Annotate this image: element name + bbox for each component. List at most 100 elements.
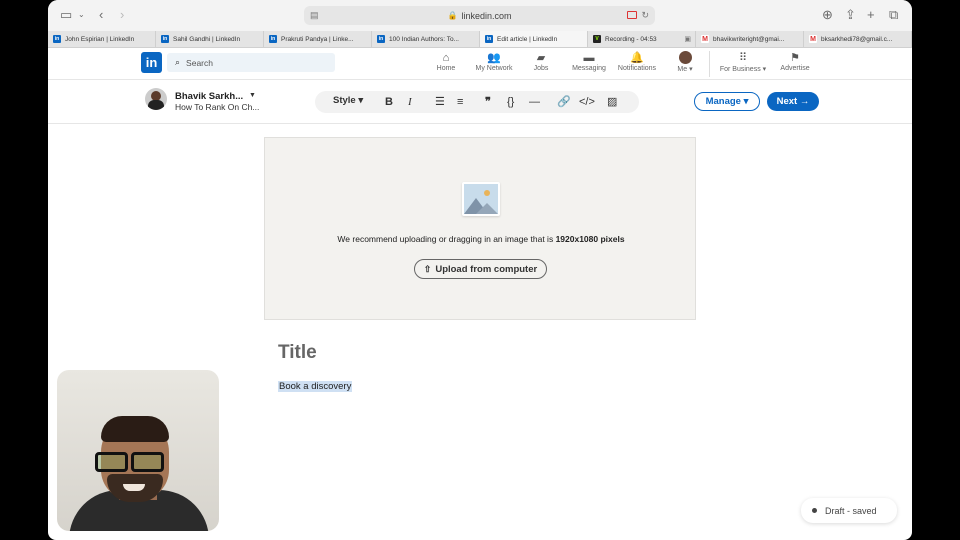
chevron-down-icon[interactable]: ⌄ [78,7,85,23]
new-tab-icon[interactable]: + [867,7,875,23]
link-icon[interactable]: 🔗 [557,94,571,110]
embed-icon[interactable]: </> [579,94,595,110]
article-title-input[interactable]: Title [278,342,317,364]
page-settings-icon[interactable]: ▤ [310,10,319,21]
status-dot-icon [812,508,817,513]
image-placeholder-icon [462,182,500,216]
bullet-list-icon[interactable]: ☰ [435,94,445,110]
tab-label: Prakruti Pandya | Linke... [281,35,354,43]
tab-label: 100 Indian Authors: To... [389,35,459,43]
nav-my-network[interactable]: 👥 My Network [468,51,520,72]
linkedin-favicon-icon: in [53,35,61,43]
linkedin-favicon-icon: in [269,35,277,43]
tab-recording[interactable]: V Recording - 04:53 ▣ [588,31,696,47]
linkedin-nav: in ⌕ Search ⌂ Home 👥 My Network ▰ Jobs ▬… [48,48,912,80]
pip-icon[interactable]: ▣ [684,35,691,43]
tab-gmail-2[interactable]: M bksarkhedi78@gmail.c... [804,31,912,47]
nav-label: My Network [475,65,513,72]
linkedin-logo[interactable]: in [141,52,162,73]
nav-for-business[interactable]: ⠿ For Business ▾ [712,51,774,73]
nav-label: For Business ▾ [719,66,767,73]
tab-gmail-1[interactable]: M bhavikwriteright@gmai... [696,31,804,47]
next-button[interactable]: Next → [767,92,819,111]
nav-advertise[interactable]: ⚑ Advertise [769,51,821,72]
bell-icon: 🔔 [630,52,644,64]
nav-home[interactable]: ⌂ Home [420,51,472,72]
network-icon: 👥 [487,52,501,64]
author-name[interactable]: Bhavik Sarkh... [175,91,243,102]
nav-notifications[interactable]: 🔔 Notifications [611,51,663,72]
tab-label: Edit article | LinkedIn [497,35,558,43]
italic-icon[interactable]: I [408,94,412,110]
gmail-favicon-icon: M [809,35,817,43]
divider-icon[interactable]: — [529,94,540,110]
recorder-favicon-icon: V [593,35,601,43]
tab-john-espirian[interactable]: in John Espirian | LinkedIn [48,31,156,47]
nav-label: Notifications [617,65,657,72]
tab-label: bhavikwriteright@gmai... [713,35,785,43]
style-dropdown[interactable]: Style ▾ [333,95,363,106]
share-icon[interactable]: ⇪ [845,7,856,23]
linkedin-favicon-icon: in [485,35,493,43]
home-icon: ⌂ [442,52,450,64]
tab-prakruti-pandya[interactable]: in Prakruti Pandya | Linke... [264,31,372,47]
tabs-overview-icon[interactable]: ⧉ [889,7,898,23]
nav-label: Jobs [533,65,549,72]
cover-recommendation: We recommend uploading or dragging in an… [337,234,625,244]
nav-label: Advertise [780,65,810,72]
upload-icon: ⇧ [423,263,432,274]
tab-label: Recording - 04:53 [605,35,657,43]
caret-down-icon[interactable]: ▼ [249,92,256,99]
address-bar[interactable]: ▤ 🔒 linkedin.com ↻ [304,6,655,25]
grid-icon: ⠿ [738,52,748,64]
nav-label: Home [436,65,456,72]
browser-toolbar: ▭ ⌄ ‹ › ▤ 🔒 linkedin.com ↻ ⊕ ⇪ + ⧉ [48,0,912,31]
gmail-favicon-icon: M [701,35,709,43]
code-block-icon[interactable]: {} [507,94,514,110]
tab-sahil-gandhi[interactable]: in Sahil Gandhi | LinkedIn [156,31,264,47]
nav-me[interactable]: Me ▾ [659,51,711,73]
tab-indian-authors[interactable]: in 100 Indian Authors: To... [372,31,480,47]
cover-image-dropzone[interactable]: We recommend uploading or dragging in an… [264,137,696,320]
briefcase-icon: ▰ [536,52,546,64]
search-placeholder: Search [186,57,213,68]
numbered-list-icon[interactable]: ≡ [457,94,463,110]
author-headline: How To Rank On Ch... [175,102,260,112]
webcam-overlay [57,370,219,531]
forward-icon[interactable]: › [120,7,124,23]
nav-label: Me ▾ [677,66,693,73]
quote-icon[interactable]: ❞ [485,94,491,110]
reload-icon[interactable]: ↻ [641,10,649,21]
search-icon: ⌕ [175,57,181,67]
recording-icon [627,11,637,19]
download-icon[interactable]: ⊕ [822,7,833,23]
tab-label: Sahil Gandhi | LinkedIn [173,35,241,43]
nav-messaging[interactable]: ▬ Messaging [563,51,615,72]
article-body-text[interactable]: Book a discovery [278,381,353,392]
lock-icon: 🔒 [447,11,458,20]
sidebar-icon[interactable]: ▭ [60,7,72,23]
linkedin-favicon-icon: in [161,35,169,43]
formatting-toolbar: Style ▾ B I ☰ ≡ ❞ {} — 🔗 </> ▨ [315,91,639,113]
nav-divider [709,51,710,77]
nav-jobs[interactable]: ▰ Jobs [515,51,567,72]
tab-bar: in John Espirian | LinkedIn in Sahil Gan… [48,31,912,48]
tab-label: bksarkhedi78@gmail.c... [821,35,893,43]
nav-label: Messaging [572,65,606,72]
linkedin-favicon-icon: in [377,35,385,43]
tab-label: John Espirian | LinkedIn [65,35,135,43]
message-icon: ▬ [583,52,595,64]
draft-status: Draft - saved [801,498,897,523]
url-text: linkedin.com [461,10,512,21]
upload-from-computer-button[interactable]: ⇧ Upload from computer [414,259,547,279]
search-input[interactable]: ⌕ Search [167,53,335,72]
tab-edit-article[interactable]: in Edit article | LinkedIn [480,31,588,47]
bold-icon[interactable]: B [385,94,393,110]
advertise-icon: ⚑ [790,52,800,64]
author-avatar[interactable] [145,88,167,110]
image-icon[interactable]: ▨ [607,94,617,110]
back-icon[interactable]: ‹ [99,7,103,23]
editor-header: Bhavik Sarkh... ▼ How To Rank On Ch... S… [48,80,912,124]
avatar [659,51,711,65]
manage-button[interactable]: Manage ▾ [694,92,760,111]
